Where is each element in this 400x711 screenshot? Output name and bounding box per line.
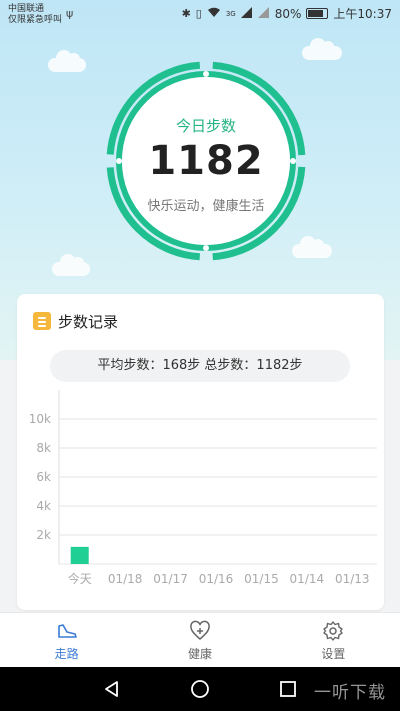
y-tick-label: 2k xyxy=(36,528,51,542)
steps-summary: 平均步数：168步 总步数：1182步 xyxy=(50,350,350,382)
nav-walk-label: 走路 xyxy=(54,647,79,661)
x-tick-label: 01/13 xyxy=(335,572,370,586)
home-button[interactable] xyxy=(180,667,220,711)
today-steps-ring[interactable]: 今日步数 1182 快乐运动，健康生活 xyxy=(106,61,306,261)
usb-icon: ψ xyxy=(66,7,74,20)
slogan-text: 快乐运动，健康生活 xyxy=(147,199,265,214)
signal-icon xyxy=(240,6,253,21)
cloud-decoration xyxy=(48,50,86,72)
status-bar: 中国联通 仅限紧急呼叫 ψ ✱ ▯ 3G 80% 上午10:37 xyxy=(0,0,400,30)
wifi-icon xyxy=(207,7,221,21)
today-steps-label: 今日步数 xyxy=(175,117,236,135)
today-steps-count: 1182 xyxy=(148,138,264,184)
back-button[interactable] xyxy=(92,667,132,711)
y-tick-label: 8k xyxy=(36,441,51,455)
cloud-decoration xyxy=(302,38,342,60)
x-tick-label: 01/14 xyxy=(290,572,325,586)
status-icons: ✱ ▯ 3G 80% 上午10:37 xyxy=(182,5,392,22)
y-tick-label: 6k xyxy=(36,470,51,484)
gear-icon xyxy=(323,621,344,641)
step-record-card: 步数记录 平均步数：168步 总步数：1182步 2k 4k 6k 8k 10k 今天 01… xyxy=(17,294,384,610)
bar-0 xyxy=(70,546,89,564)
cloud-decoration xyxy=(52,254,90,276)
recents-button[interactable] xyxy=(268,667,308,711)
heart-plus-icon xyxy=(190,620,210,640)
battery-icon xyxy=(306,8,329,19)
watermark: 一听下载 xyxy=(314,683,386,703)
back-icon xyxy=(105,681,118,697)
recents-icon xyxy=(280,681,296,697)
clock: 上午10:37 xyxy=(333,7,392,21)
record-title: 步数记录 xyxy=(58,313,119,331)
carrier-info: 中国联通 仅限紧急呼叫 xyxy=(8,4,62,26)
y-tick-label: 10k xyxy=(29,412,51,426)
nav-walk[interactable]: 走路 xyxy=(0,613,133,667)
nav-health-label: 健康 xyxy=(187,647,212,661)
list-icon xyxy=(33,312,51,330)
network-type: 3G xyxy=(225,9,236,18)
x-tick-label: 01/18 xyxy=(108,572,143,586)
bluetooth-icon: ✱ xyxy=(181,7,191,20)
shoe-icon xyxy=(57,624,77,638)
nav-settings[interactable]: 设置 xyxy=(267,613,400,667)
x-tick-label: 01/17 xyxy=(153,572,188,586)
carrier-name: 中国联通 xyxy=(8,4,45,14)
steps-bar-chart[interactable]: 2k 4k 6k 8k 10k 今天 01/18 01/17 01/16 01/15 01/14 01… xyxy=(17,386,384,592)
x-tick-label: 01/16 xyxy=(199,572,234,586)
signal-icon-2 xyxy=(257,6,270,21)
y-tick-label: 4k xyxy=(36,499,51,513)
vibrate-icon: ▯ xyxy=(195,7,202,20)
home-icon xyxy=(191,680,209,698)
emergency-only-text: 仅限紧急呼叫 xyxy=(8,15,63,25)
nav-health[interactable]: 健康 xyxy=(133,613,266,667)
bottom-nav: 走路 健康 设置 xyxy=(0,612,400,667)
x-tick-label: 今天 xyxy=(68,571,92,586)
nav-settings-label: 设置 xyxy=(321,647,346,661)
system-nav-bar: 一听下载 xyxy=(0,667,400,711)
battery-percent: 80% xyxy=(274,6,302,21)
x-tick-label: 01/15 xyxy=(244,572,279,586)
